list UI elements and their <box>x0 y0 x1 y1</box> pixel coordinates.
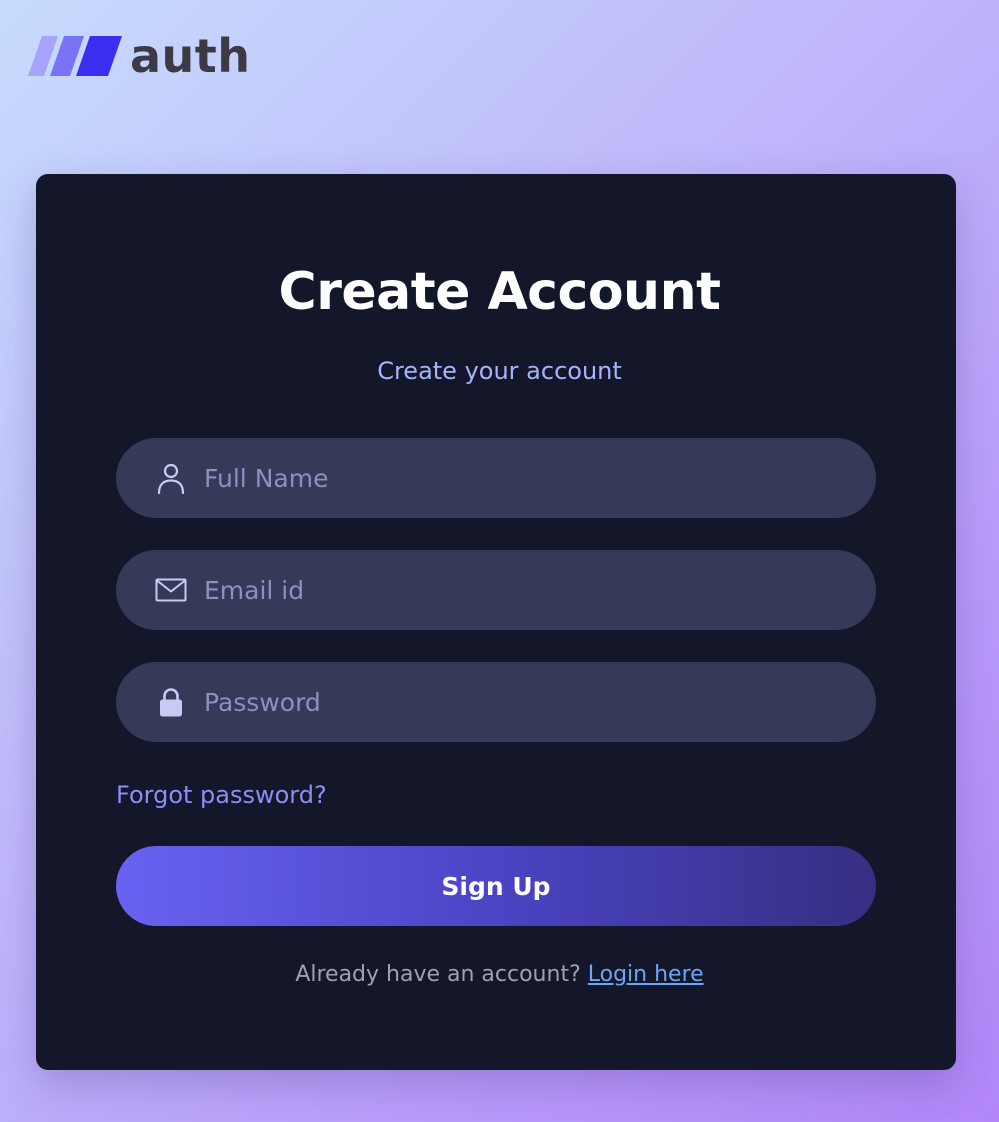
password-input[interactable] <box>204 672 876 732</box>
sign-up-button[interactable]: Sign Up <box>116 846 876 926</box>
login-here-link[interactable]: Login here <box>588 962 704 987</box>
mail-icon <box>154 573 188 607</box>
password-field[interactable] <box>116 662 876 742</box>
full-name-field[interactable] <box>116 438 876 518</box>
brand-logo: auth <box>28 30 251 82</box>
full-name-input[interactable] <box>204 448 876 508</box>
forgot-password-link[interactable]: Forgot password? <box>116 778 327 812</box>
person-icon <box>154 461 188 495</box>
brand-name: auth <box>130 29 251 83</box>
lock-icon <box>154 685 188 719</box>
page-subtitle: Create your account <box>377 357 622 385</box>
logo-stripes-icon <box>28 36 122 76</box>
email-field[interactable] <box>116 550 876 630</box>
page-title: Create Account <box>278 262 721 322</box>
email-input[interactable] <box>204 560 876 620</box>
login-prompt: Already have an account? Login here <box>0 958 999 992</box>
login-prompt-text: Already have an account? <box>295 962 588 987</box>
